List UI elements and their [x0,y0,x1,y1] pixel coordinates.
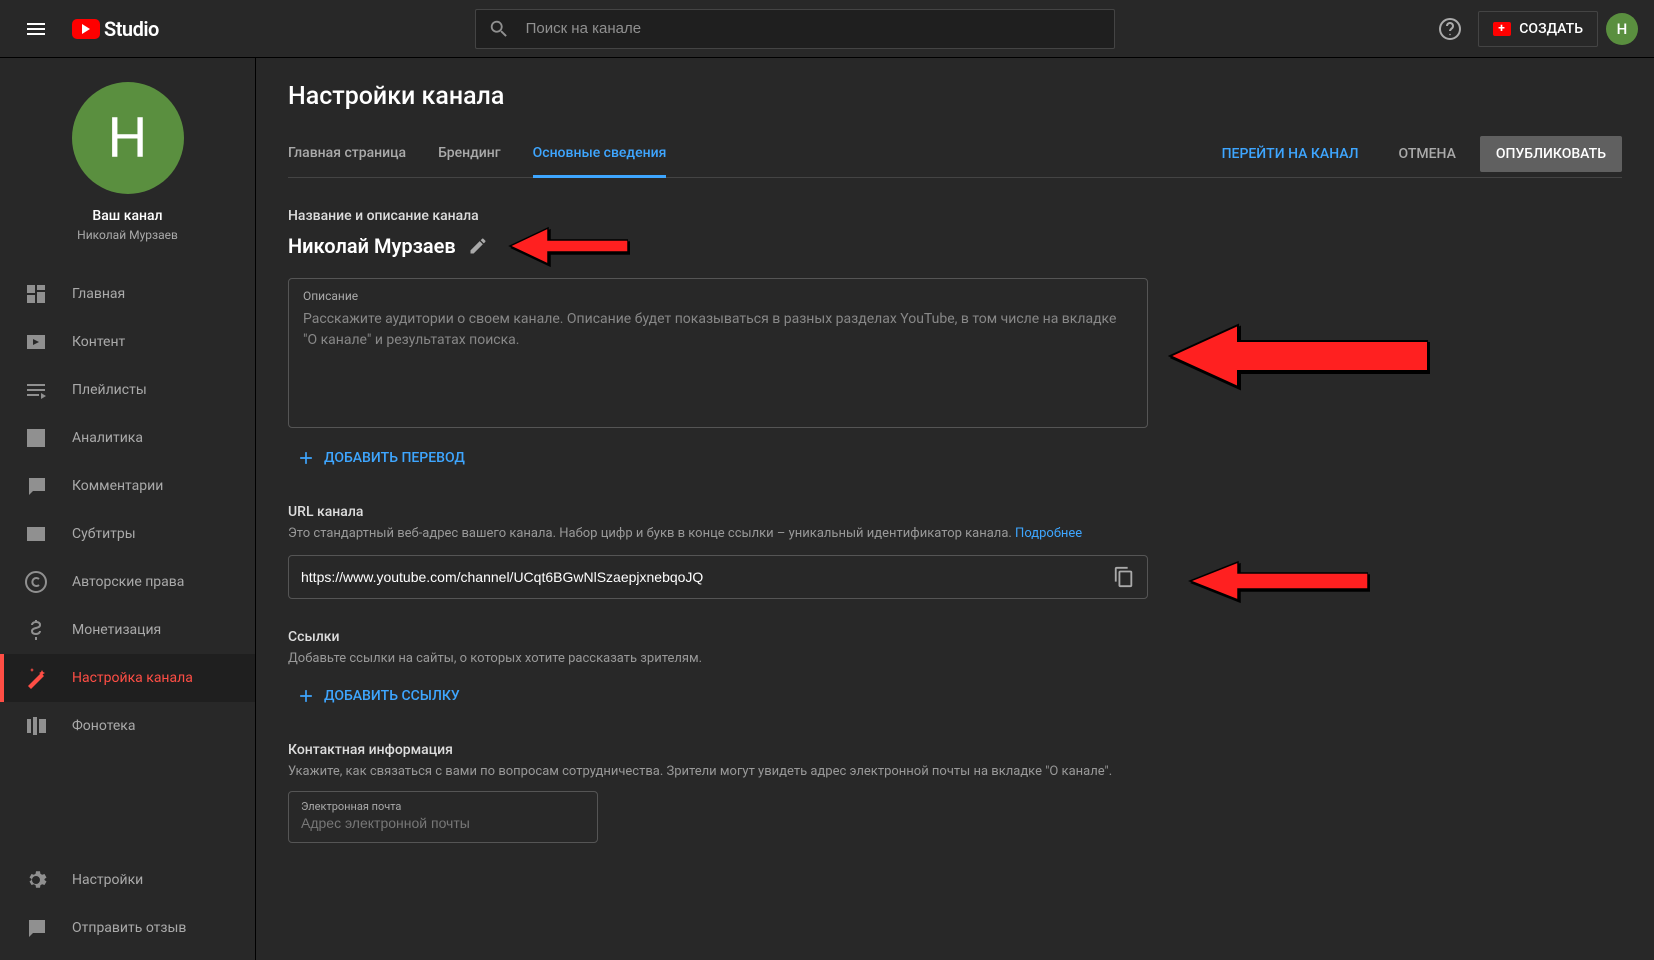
nav-label: Отправить отзыв [72,920,186,936]
channel-url-field [288,555,1148,599]
tab-basic-info[interactable]: Основные сведения [533,131,667,178]
email-label: Электронная почта [301,800,585,813]
nav-playlists[interactable]: Плейлисты [0,366,255,414]
header: Studio СОЗДАТЬ Н [0,0,1654,58]
subtitles-icon [24,522,48,546]
studio-logo[interactable]: Studio [72,17,159,41]
description-label: Описание [303,289,1133,303]
copy-icon[interactable] [1113,566,1135,588]
annotation-arrow [1168,323,1428,393]
nav-label: Главная [72,286,125,302]
playlist-icon [24,378,48,402]
nav-label: Монетизация [72,622,161,638]
add-link-label: ДОБАВИТЬ ССЫЛКУ [324,688,460,704]
dashboard-icon [24,282,48,306]
publish-button[interactable]: ОПУБЛИКОВАТЬ [1480,136,1622,172]
nav-label: Авторские права [72,574,184,590]
nav-label: Аналитика [72,430,143,446]
tab-branding[interactable]: Брендинг [438,131,501,177]
tabs-row: Главная страница Брендинг Основные сведе… [288,131,1622,178]
nav-monetization[interactable]: Монетизация [0,606,255,654]
nav-label: Субтитры [72,526,136,542]
links-section-label: Ссылки [288,629,1148,645]
search-input[interactable] [526,20,1102,37]
hamburger-menu[interactable] [16,9,56,49]
logo-text: Studio [104,17,159,41]
menu-icon [24,17,48,41]
goto-channel-button[interactable]: ПЕРЕЙТИ НА КАНАЛ [1206,138,1375,170]
plus-icon [296,686,316,706]
sidebar: Н Ваш канал Николай Мурзаев Главная Конт… [0,58,256,960]
add-translation-label: ДОБАВИТЬ ПЕРЕВОД [324,450,465,466]
account-avatar[interactable]: Н [1606,13,1638,45]
nav-label: Настройка канала [72,670,193,686]
nav-label: Комментарии [72,478,163,494]
magic-wand-icon [24,666,48,690]
url-section-label: URL канала [288,504,1148,520]
your-channel-label: Ваш канал [92,208,162,224]
nav-audio-library[interactable]: Фонотека [0,702,255,750]
copyright-icon [24,570,48,594]
edit-pencil-icon[interactable] [468,236,488,256]
nav-label: Контент [72,334,125,350]
nav-comments[interactable]: Комментарии [0,462,255,510]
contact-hint: Укажите, как связаться с вами по вопроса… [288,764,1148,779]
main-content: Настройки канала Главная страница Бренди… [256,58,1654,960]
nav-content[interactable]: Контент [0,318,255,366]
tab-homepage[interactable]: Главная страница [288,131,406,177]
search-box[interactable] [475,9,1115,49]
description-textarea[interactable]: Описание Расскажите аудитории о своем ка… [288,278,1148,428]
email-input[interactable] [301,815,585,831]
name-section-label: Название и описание канала [288,208,1148,224]
gear-icon [24,868,48,892]
add-translation-button[interactable]: ДОБАВИТЬ ПЕРЕВОД [288,442,473,474]
nav-dashboard[interactable]: Главная [0,270,255,318]
learn-more-link[interactable]: Подробнее [1015,526,1082,541]
plus-icon [296,448,316,468]
channel-name-display: Николай Мурзаев [288,234,456,258]
channel-card[interactable]: Н Ваш канал Николай Мурзаев [0,58,255,258]
create-video-icon [1493,22,1511,36]
nav-label: Фонотека [72,718,136,734]
dollar-icon [24,618,48,642]
add-link-button[interactable]: ДОБАВИТЬ ССЫЛКУ [288,680,468,712]
links-hint: Добавьте ссылки на сайты, о которых хоти… [288,651,1148,666]
nav-subtitles[interactable]: Субтитры [0,510,255,558]
audio-library-icon [24,714,48,738]
search-icon [488,18,510,40]
url-hint: Это стандартный веб-адрес вашего канала.… [288,526,1148,541]
nav-feedback[interactable]: Отправить отзыв [0,904,255,952]
comments-icon [24,474,48,498]
channel-owner-name: Николай Мурзаев [77,228,178,242]
youtube-play-icon [72,19,100,39]
annotation-arrow [1188,560,1368,606]
contact-section-label: Контактная информация [288,742,1148,758]
description-placeholder: Расскажите аудитории о своем канале. Опи… [303,309,1133,351]
nav-customization[interactable]: Настройка канала [0,654,255,702]
feedback-icon [24,916,48,940]
create-button[interactable]: СОЗДАТЬ [1478,11,1598,47]
annotation-arrow [508,226,628,270]
nav-settings[interactable]: Настройки [0,856,255,904]
help-button[interactable] [1430,9,1470,49]
page-title: Настройки канала [288,82,1622,111]
nav-analytics[interactable]: Аналитика [0,414,255,462]
create-label: СОЗДАТЬ [1519,21,1583,37]
nav-copyright[interactable]: Авторские права [0,558,255,606]
email-field-wrapper[interactable]: Электронная почта [288,791,598,843]
cancel-button[interactable]: ОТМЕНА [1383,138,1472,170]
nav-label: Плейлисты [72,382,147,398]
analytics-icon [24,426,48,450]
content-icon [24,330,48,354]
help-icon [1438,17,1462,41]
nav-label: Настройки [72,872,143,888]
channel-avatar: Н [72,82,184,194]
channel-url-input[interactable] [301,569,1101,585]
